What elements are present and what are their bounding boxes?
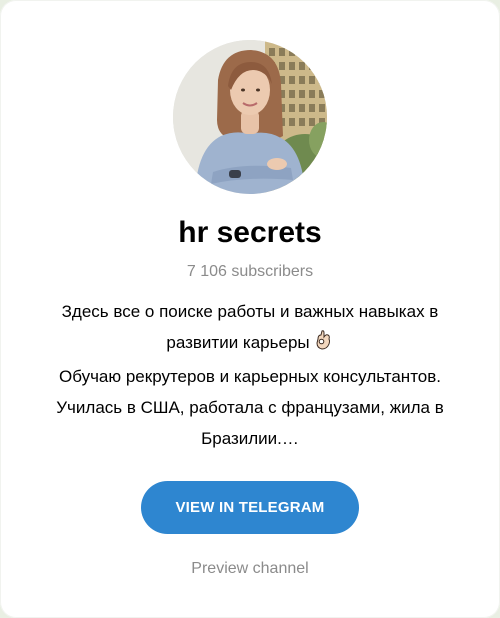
channel-avatar — [173, 40, 327, 194]
description-line: Здесь все о поиске работы и важных навык… — [61, 302, 439, 321]
description-line: Бразилии.… — [201, 429, 299, 448]
channel-title: hr secrets — [178, 216, 322, 249]
ok-hand-emoji-icon — [312, 329, 334, 361]
description-line: развитии карьеры — [20, 327, 480, 361]
view-in-telegram-button[interactable]: VIEW IN TELEGRAM — [141, 481, 359, 534]
description-line-text: развитии карьеры — [166, 333, 310, 352]
channel-description: Здесь все о поиске работы и важных навык… — [20, 296, 480, 454]
avatar-photo-icon — [173, 40, 327, 194]
subscriber-count: 7 106 subscribers — [186, 263, 314, 280]
channel-card: hr secrets 7 106 subscribers Здесь все о… — [0, 0, 500, 618]
preview-channel-link[interactable]: Preview channel — [0, 559, 500, 579]
description-line: Училась в США, работала с французами, жи… — [56, 398, 444, 417]
description-line: Обучаю рекрутеров и карьерных консультан… — [58, 367, 442, 386]
